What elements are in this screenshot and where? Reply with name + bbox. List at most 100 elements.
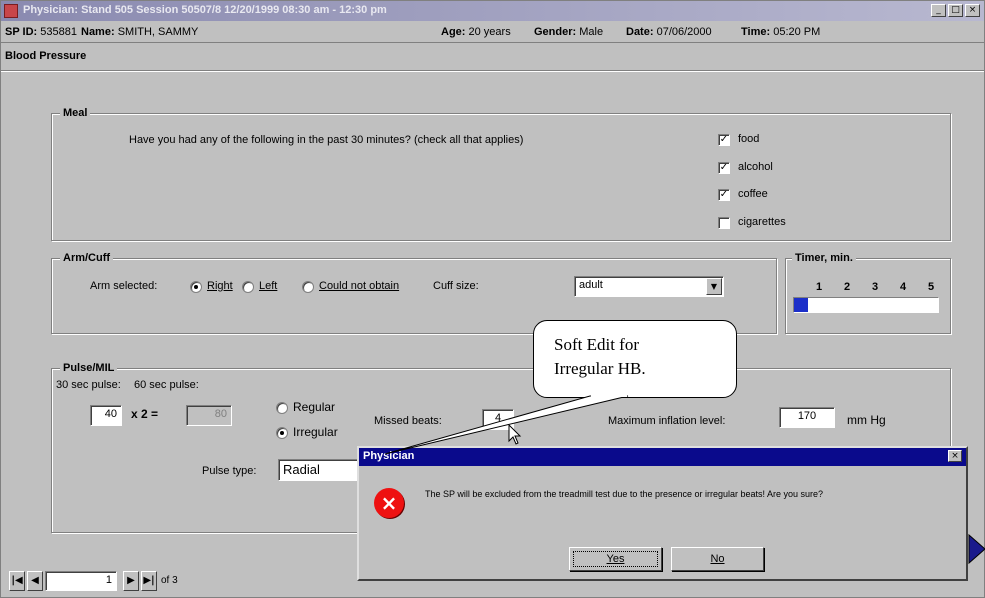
patient-info-bar: SP ID: 535881 Name: SMITH, SAMMY Age: 20… xyxy=(1,21,984,43)
chevron-down-icon[interactable]: ▼ xyxy=(706,278,722,295)
yes-button[interactable]: Yes xyxy=(569,547,662,571)
dialog-title: Physician xyxy=(363,450,415,462)
next-page-arrow-icon[interactable] xyxy=(967,529,985,569)
name-label: Name: xyxy=(81,26,115,38)
cigarettes-checkbox[interactable] xyxy=(718,217,730,229)
food-checkbox[interactable]: ✓ xyxy=(718,134,730,146)
date-label: Date: xyxy=(626,26,654,38)
pulse-regular-label: Regular xyxy=(293,400,336,414)
arm-selected-label: Arm selected: xyxy=(90,280,158,292)
error-icon: × xyxy=(374,488,404,518)
sp-id-label: SP ID: xyxy=(5,26,38,38)
last-record-button[interactable]: ▶| xyxy=(141,571,157,591)
pulse-30sec-label: 30 sec pulse: xyxy=(56,379,121,391)
timer-label: Timer, min. xyxy=(792,252,856,264)
meal-question: Have you had any of the following in the… xyxy=(129,134,524,146)
mouse-cursor-icon xyxy=(508,424,522,445)
arm-could-not-obtain-label: Could not obtain xyxy=(319,280,400,292)
alcohol-checkbox[interactable]: ✓ xyxy=(718,162,730,174)
arm-could-not-obtain-radio[interactable] xyxy=(302,281,314,293)
prev-record-button[interactable]: ◀ xyxy=(27,571,43,591)
cigarettes-label: cigarettes xyxy=(738,216,786,228)
sp-id: SP ID: 535881 xyxy=(5,26,77,38)
soft-edit-callout: Soft Edit for Irregular HB. xyxy=(533,320,737,398)
cuff-size-label: Cuff size: xyxy=(433,280,479,292)
gender-label: Gender: xyxy=(534,26,577,38)
sp-id-value: 535881 xyxy=(40,26,77,38)
page-count-label: of 3 xyxy=(161,575,178,586)
section-divider xyxy=(1,70,984,72)
patient-age: Age: 20 years xyxy=(441,26,511,38)
timer-progress-fill xyxy=(794,298,809,312)
time-label: Time: xyxy=(741,26,771,38)
arm-cuff-group-label: Arm/Cuff xyxy=(60,252,114,264)
window-title: Physician: Stand 505 Session 50507/8 12/… xyxy=(23,4,387,16)
coffee-label: coffee xyxy=(738,188,768,200)
coffee-checkbox[interactable]: ✓ xyxy=(718,189,730,201)
visit-date: Date: 07/06/2000 xyxy=(626,26,712,38)
visit-time: Time: 05:20 PM xyxy=(741,26,820,38)
callout-line-1: Soft Edit for xyxy=(554,335,639,354)
pulse-irregular-radio[interactable] xyxy=(276,427,288,439)
section-title: Blood Pressure xyxy=(5,50,87,62)
close-button[interactable]: × xyxy=(965,4,980,17)
food-label: food xyxy=(738,133,760,145)
pulse-type-select[interactable]: Radial xyxy=(278,459,362,481)
gender-value: Male xyxy=(579,26,604,38)
timer-group: Timer, min. 1 2 3 4 5 xyxy=(785,252,951,334)
maximize-button[interactable]: □ xyxy=(948,4,963,17)
pulse-regular-radio[interactable] xyxy=(276,402,288,414)
times-two-label: x 2 = xyxy=(131,407,159,421)
timer-tick-3: 3 xyxy=(872,281,879,293)
first-record-button[interactable]: |◀ xyxy=(9,571,25,591)
max-inflation-input[interactable]: 170 xyxy=(779,407,835,428)
timer-tick-1: 1 xyxy=(816,281,823,293)
time-value: 05:20 PM xyxy=(773,26,821,38)
pulse-60sec-value: 80 xyxy=(214,408,227,420)
missed-beats-label: Missed beats: xyxy=(374,415,442,427)
callout-line-2: Irregular HB. xyxy=(554,359,646,378)
minimize-button[interactable]: _ xyxy=(931,4,946,17)
patient-name: Name: SMITH, SAMMY xyxy=(81,26,198,38)
pulse-type-label: Pulse type: xyxy=(202,465,257,477)
confirm-dialog: Physician × × The SP will be excluded fr… xyxy=(357,446,968,581)
pulse-30sec-input[interactable]: 40 xyxy=(90,405,122,426)
arm-right-label: Right xyxy=(207,280,233,292)
max-inflation-label: Maximum inflation level: xyxy=(608,415,726,427)
pulse-type-value: Radial xyxy=(283,462,320,477)
timer-tick-2: 2 xyxy=(844,281,851,293)
meal-group-label: Meal xyxy=(60,107,91,119)
dialog-close-button[interactable]: × xyxy=(948,450,962,462)
name-value: SMITH, SAMMY xyxy=(117,26,199,38)
pulse-irregular-label: Irregular xyxy=(293,425,338,439)
pulse-mil-group-label: Pulse/MIL xyxy=(60,362,118,374)
max-inflation-value: 170 xyxy=(797,410,817,422)
no-button[interactable]: No xyxy=(671,547,764,571)
alcohol-label: alcohol xyxy=(738,161,773,173)
pulse-60sec-label: 60 sec pulse: xyxy=(134,379,199,391)
timer-tick-4: 4 xyxy=(900,281,907,293)
timer-tick-5: 5 xyxy=(928,281,935,293)
mmhg-unit-label: mm Hg xyxy=(847,413,886,427)
dialog-message: The SP will be excluded from the treadmi… xyxy=(425,489,824,499)
title-bar: Physician: Stand 505 Session 50507/8 12/… xyxy=(1,1,984,21)
missed-beats-value: 4 xyxy=(494,412,502,424)
page-number-input[interactable]: 1 xyxy=(45,571,117,591)
pulse-60sec-input: 80 xyxy=(186,405,232,426)
cuff-size-select[interactable]: adult ▼ xyxy=(574,276,724,297)
patient-gender: Gender: Male xyxy=(534,26,603,38)
pulse-30sec-value: 40 xyxy=(104,408,117,420)
app-icon xyxy=(4,4,18,18)
timer-progress-bar xyxy=(793,297,939,313)
dialog-title-bar: Physician × xyxy=(359,448,966,466)
arm-left-radio[interactable] xyxy=(242,281,254,293)
arm-right-radio[interactable] xyxy=(190,281,202,293)
cuff-size-value: adult xyxy=(579,279,603,291)
meal-group: Meal Have you had any of the following i… xyxy=(51,107,951,241)
date-value: 07/06/2000 xyxy=(656,26,712,38)
next-record-button[interactable]: ▶ xyxy=(123,571,139,591)
arm-left-label: Left xyxy=(259,280,278,292)
age-label: Age: xyxy=(441,26,466,38)
page-number-value: 1 xyxy=(105,574,112,586)
age-value: 20 years xyxy=(468,26,511,38)
